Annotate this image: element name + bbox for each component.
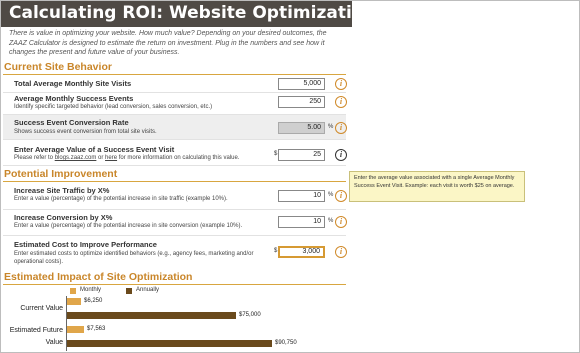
event-value-label: Enter Average Value of a Success Event V… xyxy=(14,145,175,154)
bar-value-label: $6,250 xyxy=(84,298,103,304)
rate-label: Success Event Conversion Rate xyxy=(14,118,129,127)
legend-swatch-monthly xyxy=(70,288,76,294)
event-value-sub-post: for more information on calculating this… xyxy=(117,155,240,161)
conversion-input[interactable]: 10 xyxy=(278,216,325,228)
traffic-suffix: % xyxy=(328,192,334,198)
category-label: Value xyxy=(45,339,63,346)
rate-suffix: % xyxy=(328,124,334,130)
section-current: Current Site Behavior xyxy=(3,61,346,75)
traffic-sub: Enter a value (percentage) of the potent… xyxy=(14,196,228,202)
info-icon[interactable]: i xyxy=(335,149,347,161)
event-value-prefix: $ xyxy=(274,151,278,157)
row-traffic: Increase Site Traffic by X% Enter a valu… xyxy=(3,182,347,210)
page-title: Calculating ROI: Website Optimization xyxy=(9,3,376,23)
section-potential: Potential Improvement xyxy=(3,168,346,182)
info-icon[interactable]: i xyxy=(335,216,347,228)
category-label: Estimated Future xyxy=(9,327,63,334)
conversion-label: Increase Conversion by X% xyxy=(14,213,113,222)
row-event-value: Enter Average Value of a Success Event V… xyxy=(3,140,347,166)
traffic-label: Increase Site Traffic by X% xyxy=(14,186,110,195)
event-value-input[interactable]: 25 xyxy=(278,149,325,161)
legend-label-monthly: Monthly xyxy=(80,287,102,293)
here-link[interactable]: here xyxy=(105,155,117,161)
row-rate: Success Event Conversion Rate Shows succ… xyxy=(3,115,347,140)
events-input[interactable]: 250 xyxy=(278,96,325,108)
legend-swatch-annually xyxy=(126,288,132,294)
bar-annually xyxy=(67,340,272,347)
events-label: Average Monthly Success Events xyxy=(14,94,134,103)
info-icon[interactable]: i xyxy=(335,78,347,90)
events-sub: Identify specific targeted behavior (lea… xyxy=(14,104,213,110)
cost-prefix: $ xyxy=(274,248,278,254)
conversion-sub: Enter a value (percentage) of the potent… xyxy=(14,223,243,229)
conversion-suffix: % xyxy=(328,218,334,224)
event-value-sub-pre: Please refer to xyxy=(14,155,55,161)
event-value-sub: Please refer to blogs.zaaz.com or here f… xyxy=(14,155,239,161)
rate-output: 5.00 xyxy=(278,122,325,134)
section-title-potential: Potential Improvement xyxy=(4,168,118,180)
cost-input[interactable]: 3,000 xyxy=(278,246,325,258)
blogs-link[interactable]: blogs.zaaz.com xyxy=(55,155,97,161)
bar-value-label: $7,563 xyxy=(87,326,106,332)
intro-text: There is value in optimizing your websit… xyxy=(9,30,327,56)
section-title-current: Current Site Behavior xyxy=(4,61,112,73)
info-icon[interactable]: i xyxy=(335,96,347,108)
bar-annually xyxy=(67,312,236,319)
cost-label: Estimated Cost to Improve Performance xyxy=(14,240,157,249)
visits-input[interactable]: 5,000 xyxy=(278,78,325,90)
row-events: Average Monthly Success Events Identify … xyxy=(3,93,347,115)
traffic-input[interactable]: 10 xyxy=(278,190,325,202)
row-cost: Estimated Cost to Improve Performance En… xyxy=(3,236,347,268)
info-icon[interactable]: i xyxy=(335,122,347,134)
section-title-impact: Estimated Impact of Site Optimization xyxy=(4,271,193,283)
legend-label-annually: Annually xyxy=(136,287,160,293)
info-tooltip: Enter the average value associated with … xyxy=(349,171,525,202)
info-icon[interactable]: i xyxy=(335,246,347,258)
bar-monthly xyxy=(67,326,84,333)
bar-value-label: $75,000 xyxy=(239,312,261,318)
info-icon[interactable]: i xyxy=(335,190,347,202)
event-value-sub-mid: or xyxy=(96,155,106,161)
bar-value-label: $90,750 xyxy=(275,340,297,346)
cost-sub: Enter estimated costs to optimize identi… xyxy=(14,251,254,265)
row-visits: Total Average Monthly Site Visits 5,000 … xyxy=(3,75,347,93)
title-bar: Calculating ROI: Website Optimization xyxy=(1,1,376,27)
visits-label: Total Average Monthly Site Visits xyxy=(14,79,132,88)
section-impact: Estimated Impact of Site Optimization xyxy=(3,271,346,285)
row-conversion: Increase Conversion by X% Enter a value … xyxy=(3,210,347,236)
bar-monthly xyxy=(67,298,81,305)
category-label: Current Value xyxy=(20,305,63,312)
rate-sub: Shows success event conversion from tota… xyxy=(14,129,157,135)
